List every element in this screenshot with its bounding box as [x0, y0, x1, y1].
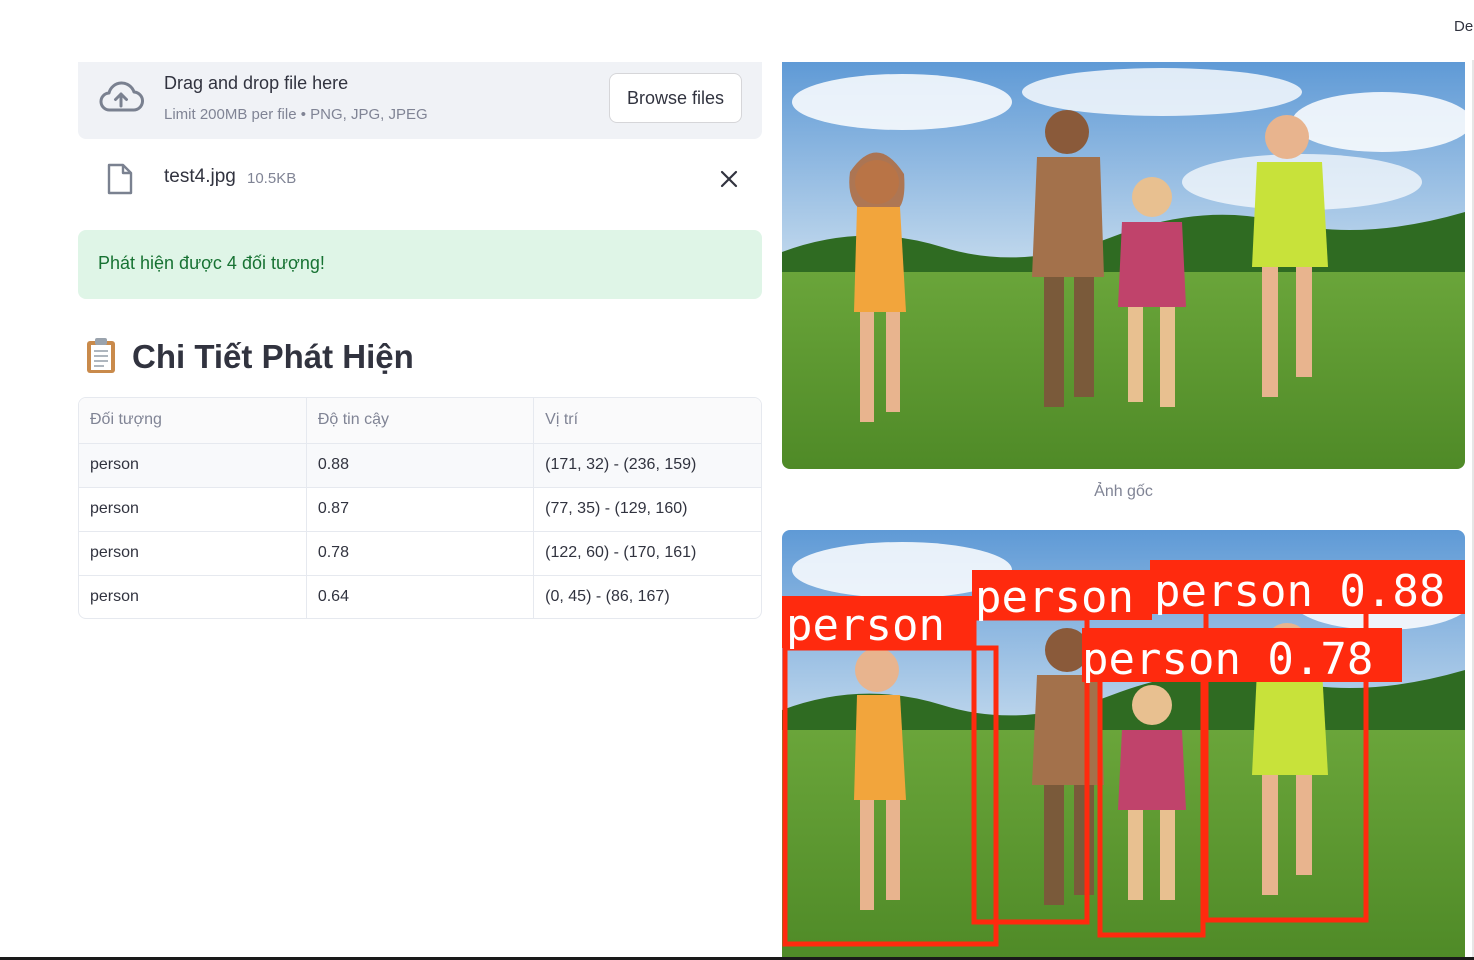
- uploaded-file-row: test4.jpg 10.5KB: [78, 150, 762, 210]
- top-header: Deploy: [0, 0, 1474, 60]
- file-dropzone[interactable]: Drag and drop file here Limit 200MB per …: [78, 62, 762, 139]
- section-heading: Chi Tiết Phát Hiện: [84, 334, 414, 380]
- close-icon: [720, 170, 738, 188]
- section-title: Chi Tiết Phát Hiện: [132, 338, 414, 375]
- table-row: person 0.64 (0, 45) - (86, 167): [79, 575, 761, 618]
- table-row: person 0.88 (171, 32) - (236, 159): [79, 443, 761, 488]
- column-header-position[interactable]: Vị trí: [533, 398, 761, 444]
- dropzone-title: Drag and drop file here: [164, 73, 349, 93]
- box-label: person 0.78: [1082, 634, 1373, 685]
- table-header-row: Đối tượng Độ tin cậy Vị trí: [79, 398, 761, 444]
- box-label: person 0.88: [1154, 566, 1445, 617]
- column-header-confidence[interactable]: Độ tin cậy: [306, 398, 535, 444]
- file-size: 10.5KB: [247, 170, 297, 187]
- table-cell[interactable]: (171, 32) - (236, 159): [533, 443, 761, 488]
- clipboard-icon: [84, 336, 118, 379]
- app-page: Deploy Drag and drop file here Limit 200…: [0, 0, 1474, 960]
- table-cell[interactable]: 0.88: [306, 443, 535, 488]
- table-cell[interactable]: person: [79, 575, 307, 618]
- deploy-button[interactable]: Deploy: [1454, 18, 1474, 35]
- table-row: person 0.87 (77, 35) - (129, 160): [79, 487, 761, 532]
- table-cell[interactable]: person: [79, 531, 307, 576]
- file-name: test4.jpg: [164, 166, 236, 187]
- table-cell[interactable]: 0.78: [306, 531, 535, 576]
- table-cell[interactable]: (0, 45) - (86, 167): [534, 575, 761, 618]
- dropzone-limit: Limit 200MB per file • PNG, JPG, JPEG: [164, 106, 428, 123]
- table-cell[interactable]: (77, 35) - (129, 160): [533, 487, 761, 532]
- detection-image: person person person 0.88 person 0.78: [782, 530, 1465, 960]
- success-alert: Phát hiện được 4 đối tượng!: [78, 230, 762, 299]
- browse-files-button[interactable]: Browse files: [609, 73, 742, 123]
- table-cell[interactable]: 0.87: [306, 487, 535, 532]
- original-image-caption: Ảnh gốc: [1094, 483, 1153, 500]
- detection-table[interactable]: Đối tượng Độ tin cậy Vị trí person 0.88 …: [78, 397, 762, 619]
- box-label: person: [975, 572, 1134, 623]
- box-label: person: [786, 600, 945, 651]
- success-alert-text: Phát hiện được 4 đối tượng!: [98, 253, 325, 273]
- table-cell[interactable]: person: [79, 487, 307, 532]
- original-image: [782, 62, 1465, 469]
- table-cell[interactable]: person: [79, 443, 307, 488]
- table-cell[interactable]: (122, 60) - (170, 161): [533, 531, 761, 576]
- table-cell[interactable]: 0.64: [306, 575, 535, 618]
- column-header-object[interactable]: Đối tượng: [79, 398, 307, 444]
- table-row: person 0.78 (122, 60) - (170, 161): [79, 531, 761, 576]
